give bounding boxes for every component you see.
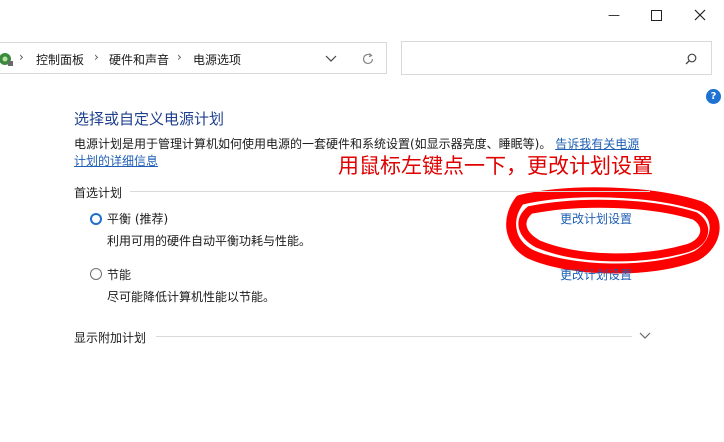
section-divider <box>156 336 632 337</box>
search-icon[interactable] <box>685 53 697 65</box>
plan-balanced-desc: 利用可用的硬件自动平衡功耗与性能。 <box>107 234 312 248</box>
section-divider <box>130 191 650 192</box>
address-bar[interactable]: › 控制面板 › 硬件和声音 › 电源选项 <box>0 42 387 74</box>
annotation-scribble <box>506 187 720 274</box>
maximize-icon <box>650 9 662 21</box>
plan-balanced-radio[interactable] <box>90 213 102 225</box>
annotation-text: 用鼠标左键点一下，更改计划设置 <box>338 154 653 178</box>
preferred-plans-label: 首选计划 <box>74 186 123 200</box>
breadcrumb-separator: › <box>177 50 182 64</box>
breadcrumb-hardware-sound[interactable]: 硬件和声音 <box>109 51 169 68</box>
control-panel-icon <box>0 53 13 66</box>
change-plan-settings-balanced-link[interactable]: 更改计划设置 <box>560 210 632 227</box>
breadcrumb-separator: › <box>94 50 99 64</box>
close-icon <box>694 9 706 21</box>
help-icon[interactable]: ? <box>706 89 721 104</box>
refresh-icon[interactable] <box>361 52 375 66</box>
minimize-icon: — <box>608 8 620 22</box>
minimize-button[interactable]: — <box>592 0 636 30</box>
chevron-down-icon[interactable] <box>639 332 651 340</box>
maximize-button[interactable] <box>634 0 678 30</box>
plan-balanced-name[interactable]: 平衡 (推荐) <box>107 210 168 227</box>
change-plan-settings-power-saver-link[interactable]: 更改计划设置 <box>560 266 632 283</box>
breadcrumb-control-panel[interactable]: 控制面板 <box>36 51 84 68</box>
plan-power-saver-name[interactable]: 节能 <box>107 266 131 283</box>
plan-power-saver-desc: 尽可能降低计算机性能以节能。 <box>107 290 276 304</box>
search-input[interactable] <box>408 48 672 70</box>
breadcrumb-power-options[interactable]: 电源选项 <box>193 51 241 68</box>
show-additional-plans-label[interactable]: 显示附加计划 <box>74 329 146 346</box>
search-box[interactable] <box>401 41 712 75</box>
chevron-down-icon[interactable] <box>325 55 337 63</box>
breadcrumb-separator: › <box>19 50 24 64</box>
description-text: 电源计划是用于管理计算机如何使用电源的一套硬件和系统设置(如显示器亮度、睡眠等)… <box>74 137 552 151</box>
plan-power-saver-radio[interactable] <box>90 268 102 280</box>
close-button[interactable] <box>678 0 722 30</box>
page-title: 选择或自定义电源计划 <box>74 110 225 128</box>
